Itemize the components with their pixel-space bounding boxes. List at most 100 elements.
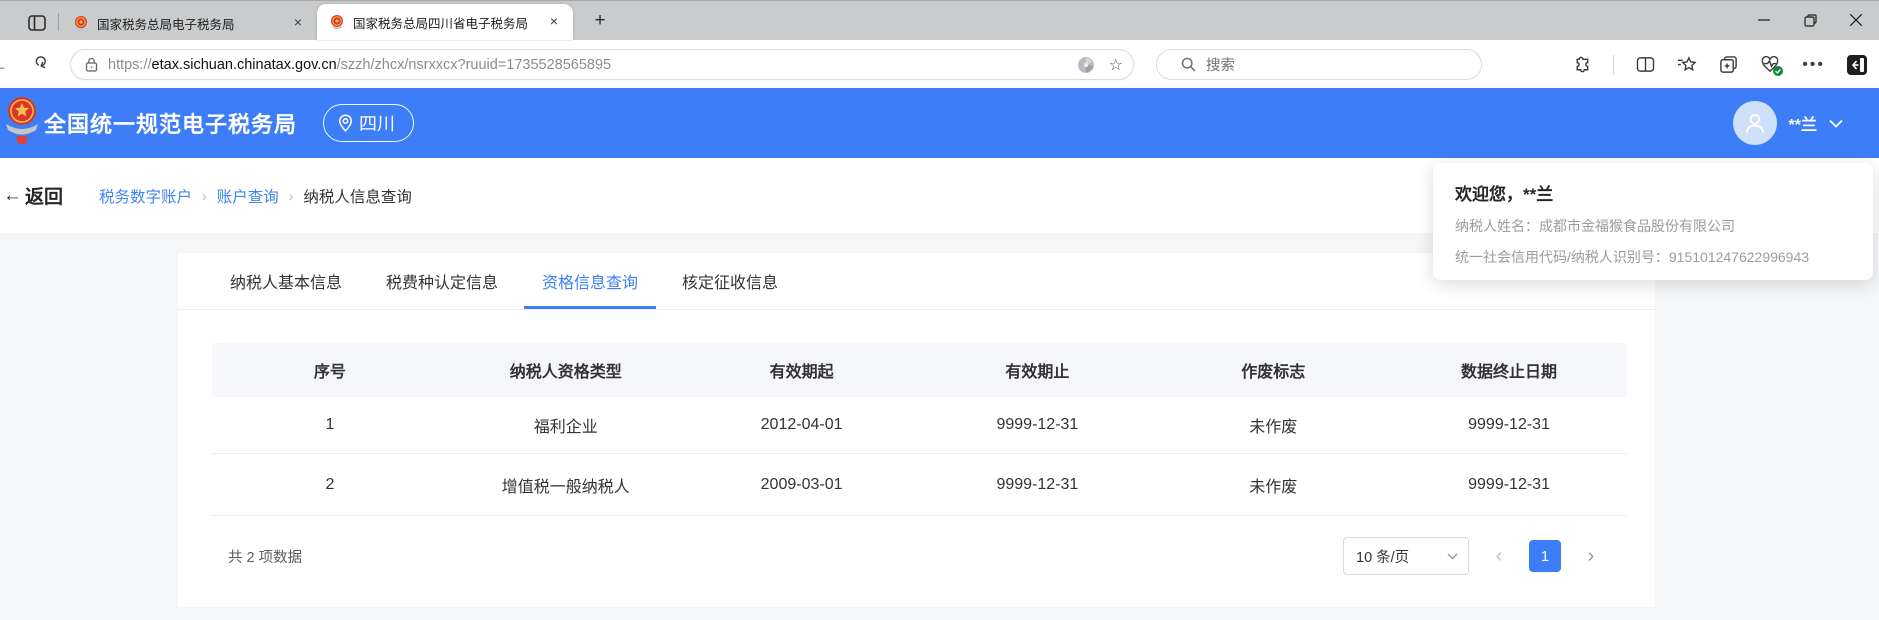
cell-void-flag: 未作废 bbox=[1155, 397, 1391, 453]
browser-essentials-icon[interactable] bbox=[1760, 55, 1780, 74]
col-serial: 序号 bbox=[212, 343, 448, 397]
popup-taxpayer-name-line: 纳税人姓名：成都市金福猴食品股份有限公司 bbox=[1455, 216, 1851, 236]
browser-tab-2-active[interactable]: 国家税务总局四川省电子税务局 × bbox=[317, 4, 573, 40]
chevron-down-icon bbox=[1829, 119, 1843, 128]
restore-button[interactable] bbox=[1787, 1, 1833, 39]
back-arrow-icon: ← bbox=[3, 185, 22, 207]
table-row: 2 增值税一般纳税人 2009-03-01 9999-12-31 未作废 999… bbox=[212, 454, 1627, 516]
minimize-button[interactable] bbox=[1741, 1, 1787, 39]
header-user-menu[interactable]: **兰 bbox=[1733, 88, 1843, 158]
user-short-name: **兰 bbox=[1789, 111, 1817, 135]
browser-window: 国家税务总局电子税务局 × 国家税务总局四川省电子税务局 × + ← ⟳ htt… bbox=[0, 0, 1879, 620]
window-controls bbox=[1741, 1, 1879, 39]
cell-valid-from: 2012-04-01 bbox=[684, 397, 920, 453]
new-tab-button[interactable]: + bbox=[587, 10, 613, 32]
search-placeholder: 搜索 bbox=[1206, 54, 1235, 75]
credit-code-label: 统一社会信用代码/纳税人识别号： bbox=[1455, 249, 1669, 265]
settings-more-icon[interactable]: ••• bbox=[1802, 56, 1825, 74]
cell-valid-to: 9999-12-31 bbox=[919, 454, 1155, 515]
cell-serial: 1 bbox=[212, 397, 448, 453]
back-label: 返回 bbox=[25, 182, 63, 209]
tab-close-icon[interactable]: × bbox=[545, 13, 563, 31]
search-box[interactable]: 搜索 bbox=[1156, 49, 1482, 80]
collections-icon[interactable] bbox=[1719, 55, 1738, 74]
search-icon bbox=[1181, 57, 1196, 72]
extensions-icon[interactable] bbox=[1572, 55, 1591, 74]
tax-bureau-favicon bbox=[329, 14, 345, 30]
tab-title: 国家税务总局电子税务局 bbox=[97, 14, 279, 33]
breadcrumb-link-1[interactable]: 税务数字账户 bbox=[99, 185, 192, 207]
favorite-star-icon[interactable]: ☆ bbox=[1109, 55, 1123, 75]
col-valid-to: 有效期止 bbox=[919, 343, 1155, 397]
tab-qualification-info-active[interactable]: 资格信息查询 bbox=[524, 253, 656, 309]
national-emblem-logo bbox=[3, 94, 41, 150]
tab-tax-type-determination[interactable]: 税费种认定信息 bbox=[368, 253, 516, 309]
region-selector[interactable]: 四川 bbox=[323, 104, 414, 142]
back-icon[interactable]: ← bbox=[0, 55, 8, 76]
page-body: 纳税人基本信息 税费种认定信息 资格信息查询 核定征收信息 序号 纳税人资格类型… bbox=[0, 233, 1879, 620]
refresh-icon[interactable]: ⟳ bbox=[28, 53, 52, 73]
total-count-text: 共 2 项数据 bbox=[228, 546, 302, 567]
pagination: 10 条/页 ‹ 1 › bbox=[1343, 537, 1599, 575]
page-size-value: 10 条/页 bbox=[1356, 546, 1409, 567]
cell-qualification-type: 增值税一般纳税人 bbox=[448, 454, 684, 515]
close-window-button[interactable] bbox=[1833, 1, 1879, 39]
taxpayer-name-label: 纳税人姓名： bbox=[1455, 218, 1539, 234]
pinwheel-icon[interactable] bbox=[1077, 56, 1095, 74]
breadcrumb: 税务数字账户 › 账户查询 › 纳税人信息查询 bbox=[99, 185, 412, 207]
cell-qualification-type: 福利企业 bbox=[448, 397, 684, 453]
tab-close-icon[interactable]: × bbox=[289, 14, 307, 32]
credit-code-value: 915101247622996943 bbox=[1669, 249, 1809, 265]
sidebar-toggle-icon[interactable] bbox=[1847, 55, 1867, 75]
lock-icon bbox=[85, 57, 98, 72]
taxpayer-name-value: 成都市金福猴食品股份有限公司 bbox=[1539, 218, 1735, 234]
col-void-flag: 作废标志 bbox=[1155, 343, 1391, 397]
breadcrumb-link-2[interactable]: 账户查询 bbox=[217, 185, 279, 207]
url-path: /szzh/zhcx/nsrxxcx?ruuid=1735528565895 bbox=[337, 57, 611, 73]
table-row: 1 福利企业 2012-04-01 9999-12-31 未作废 9999-12… bbox=[212, 397, 1627, 454]
address-bar[interactable]: https://etax.sichuan.chinatax.gov.cn/szz… bbox=[70, 49, 1134, 80]
tax-bureau-favicon bbox=[73, 15, 89, 31]
cell-data-end-date: 9999-12-31 bbox=[1391, 397, 1627, 453]
browser-tab-strip: 国家税务总局电子税务局 × 国家税务总局四川省电子税务局 × + bbox=[0, 0, 1879, 40]
url-scheme: https:// bbox=[108, 57, 152, 73]
content-card: 纳税人基本信息 税费种认定信息 资格信息查询 核定征收信息 序号 纳税人资格类型… bbox=[178, 253, 1655, 607]
prev-page-icon[interactable]: ‹ bbox=[1491, 545, 1507, 568]
next-page-icon[interactable]: › bbox=[1583, 545, 1599, 568]
browser-toolbar: ← ⟳ https://etax.sichuan.chinatax.gov.cn… bbox=[0, 41, 1879, 88]
region-label: 四川 bbox=[359, 110, 395, 136]
favorites-icon[interactable] bbox=[1677, 56, 1697, 74]
browser-tab-1[interactable]: 国家税务总局电子税务局 × bbox=[61, 6, 317, 40]
popup-greeting: 欢迎您，**兰 bbox=[1455, 180, 1851, 205]
site-header: 全国统一规范电子税务局 四川 **兰 bbox=[0, 88, 1879, 158]
url-text: https://etax.sichuan.chinatax.gov.cn/szz… bbox=[108, 57, 1069, 73]
page-size-select[interactable]: 10 条/页 bbox=[1343, 537, 1469, 575]
cell-void-flag: 未作废 bbox=[1155, 454, 1391, 515]
caret-down-icon bbox=[1447, 553, 1458, 560]
avatar[interactable] bbox=[1733, 101, 1777, 145]
table-header-row: 序号 纳税人资格类型 有效期起 有效期止 作废标志 数据终止日期 bbox=[212, 343, 1627, 397]
cell-valid-from: 2009-03-01 bbox=[684, 454, 920, 515]
toolbar-icons: ••• bbox=[1572, 49, 1867, 80]
site-title: 全国统一规范电子税务局 bbox=[44, 107, 297, 139]
split-screen-icon[interactable] bbox=[1636, 56, 1655, 73]
cutoff-favicon bbox=[0, 7, 6, 33]
breadcrumb-separator: › bbox=[202, 188, 207, 204]
tab-taxpayer-basic-info[interactable]: 纳税人基本信息 bbox=[212, 253, 360, 309]
user-info-popup: 欢迎您，**兰 纳税人姓名：成都市金福猴食品股份有限公司 统一社会信用代码/纳税… bbox=[1433, 163, 1873, 280]
page-number-active[interactable]: 1 bbox=[1529, 540, 1561, 572]
cell-serial: 2 bbox=[212, 454, 448, 515]
breadcrumb-separator: › bbox=[289, 188, 294, 204]
toolbar-separator bbox=[1613, 55, 1614, 75]
back-return-button[interactable]: ←返回 bbox=[3, 182, 63, 209]
tab-actions-icon[interactable] bbox=[20, 8, 54, 38]
location-pin-icon bbox=[338, 114, 353, 132]
col-qualification-type: 纳税人资格类型 bbox=[448, 343, 684, 397]
tab-assessed-collection[interactable]: 核定征收信息 bbox=[664, 253, 796, 309]
green-check-badge bbox=[1773, 66, 1783, 76]
qualification-table: 序号 纳税人资格类型 有效期起 有效期止 作废标志 数据终止日期 1 福利企业 … bbox=[212, 343, 1627, 516]
popup-credit-code-line: 统一社会信用代码/纳税人识别号：915101247622996943 bbox=[1455, 247, 1851, 267]
cell-data-end-date: 9999-12-31 bbox=[1391, 454, 1627, 515]
table-footer: 共 2 项数据 10 条/页 ‹ 1 › bbox=[178, 537, 1655, 575]
cell-valid-to: 9999-12-31 bbox=[919, 397, 1155, 453]
